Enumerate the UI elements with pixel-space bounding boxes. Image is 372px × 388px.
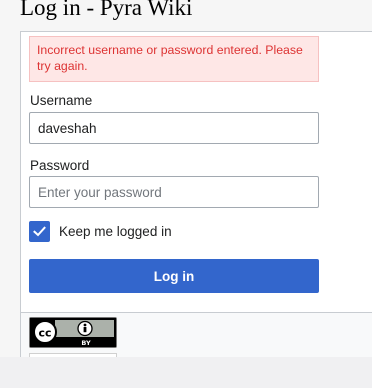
creative-commons-license-badge[interactable]: cc BY xyxy=(29,317,117,348)
svg-text:cc: cc xyxy=(38,327,51,340)
username-label: Username xyxy=(30,93,93,108)
error-message-text: Incorrect username or password entered. … xyxy=(37,43,303,73)
login-panel: Incorrect username or password entered. … xyxy=(20,31,372,373)
cc-by-icon: cc BY xyxy=(30,318,116,347)
error-message: Incorrect username or password entered. … xyxy=(29,36,319,82)
keep-logged-in-label: Keep me logged in xyxy=(59,224,172,239)
page-title: Log in - Pyra Wiki xyxy=(20,0,193,20)
password-label: Password xyxy=(30,158,90,173)
keep-logged-in-checkbox[interactable] xyxy=(29,221,50,242)
username-input[interactable] xyxy=(29,112,319,144)
page-bottom-bar xyxy=(0,357,372,388)
checkmark-icon xyxy=(33,226,46,237)
license-by-text: BY xyxy=(81,339,91,347)
login-button[interactable]: Log in xyxy=(29,259,319,293)
footer: cc BY xyxy=(21,312,372,373)
password-input[interactable] xyxy=(29,176,319,208)
